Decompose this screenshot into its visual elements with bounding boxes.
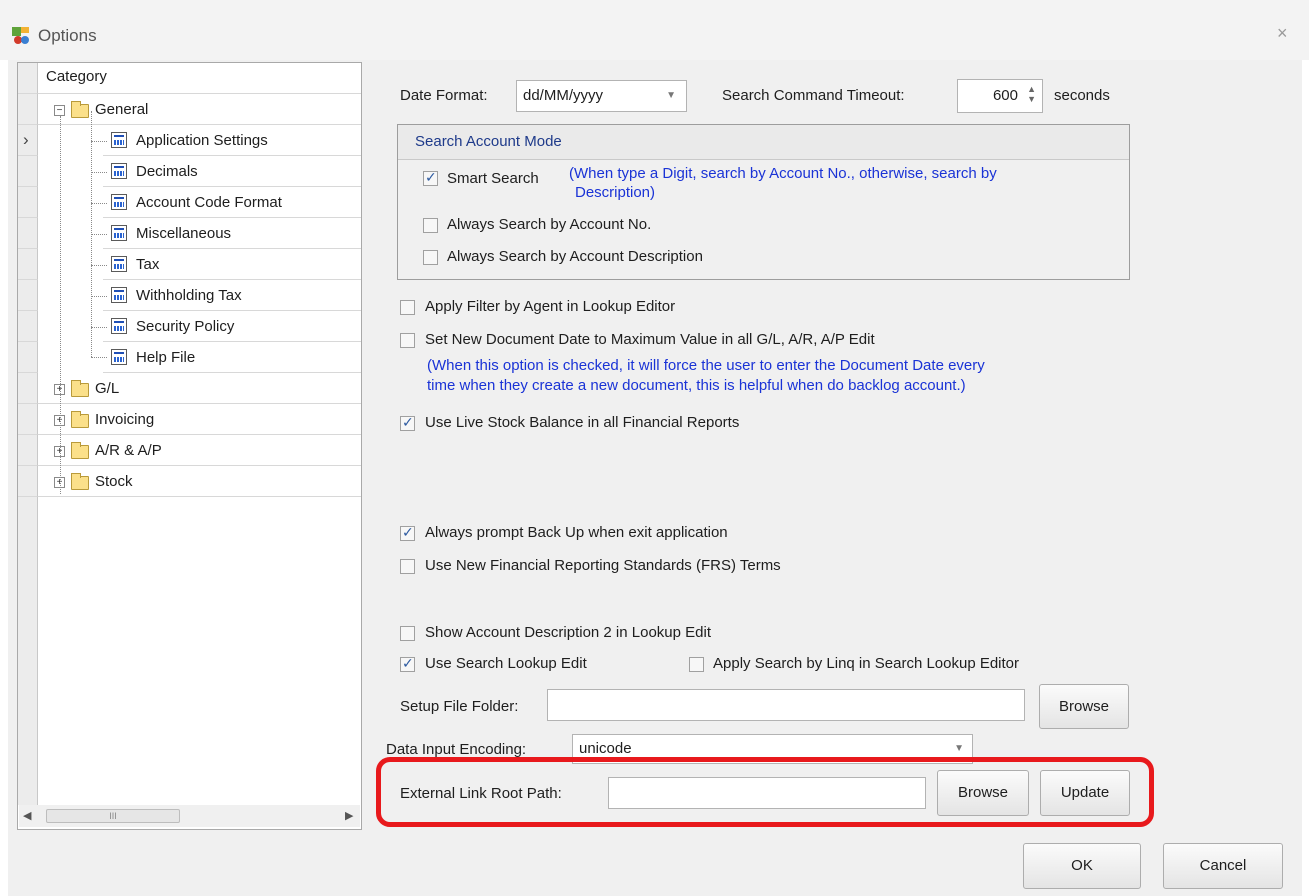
- tree-node-ar-ap[interactable]: + A/R & A/P: [18, 435, 361, 466]
- tree-item-withholding-tax[interactable]: Withholding Tax: [18, 280, 361, 311]
- doc-date-hint-cont: time when they create a new document, th…: [427, 377, 966, 394]
- settings-page-icon: [111, 349, 127, 365]
- set-new-doc-date-label: Set New Document Date to Maximum Value i…: [425, 331, 875, 348]
- collapse-icon[interactable]: −: [54, 105, 65, 116]
- search-by-description-checkbox[interactable]: [423, 250, 438, 265]
- setup-folder-label: Setup File Folder:: [400, 698, 519, 715]
- set-new-doc-date-checkbox[interactable]: [400, 333, 415, 348]
- search-by-account-no-checkbox[interactable]: [423, 218, 438, 233]
- tree-item-help-file[interactable]: Help File: [18, 342, 361, 373]
- folder-icon: [71, 442, 89, 459]
- settings-page-icon: [111, 287, 127, 303]
- row-selector-current: ›: [18, 125, 38, 156]
- live-stock-checkbox[interactable]: [400, 414, 415, 431]
- settings-page-icon: [111, 132, 127, 148]
- spin-updown-icon[interactable]: ▲ ▼: [1027, 84, 1036, 104]
- search-by-description-label: Always Search by Account Description: [447, 248, 703, 265]
- tree-item-tax[interactable]: Tax: [18, 249, 361, 280]
- tree-node-general[interactable]: − General: [18, 94, 361, 125]
- frs-terms-checkbox[interactable]: [400, 559, 415, 574]
- smart-search-label: Smart Search: [447, 170, 539, 187]
- date-format-select[interactable]: dd/MM/yyyy ▼: [516, 80, 687, 112]
- tree-item-decimals[interactable]: Decimals: [18, 156, 361, 187]
- setup-folder-browse-button[interactable]: Browse: [1039, 684, 1129, 729]
- scroll-right-icon[interactable]: ▶: [345, 809, 353, 822]
- search-lookup-checkbox[interactable]: [400, 655, 415, 672]
- search-lookup-label: Use Search Lookup Edit: [425, 655, 587, 672]
- current-row-icon: ›: [23, 130, 29, 149]
- group-title: Search Account Mode: [415, 133, 562, 150]
- tree-node-label: General: [95, 101, 149, 118]
- tree-node-stock[interactable]: + Stock: [18, 466, 361, 497]
- tree-item-miscellaneous[interactable]: Miscellaneous: [18, 218, 361, 249]
- highlight-box: [376, 757, 1154, 827]
- search-account-mode-group: Search Account Mode Smart Search (When t…: [397, 124, 1130, 280]
- linq-search-label: Apply Search by Linq in Search Lookup Ed…: [713, 655, 1020, 672]
- folder-icon: [71, 411, 89, 428]
- frs-terms-label: Use New Financial Reporting Standards (F…: [425, 557, 781, 574]
- tree-node-gl[interactable]: + G/L: [18, 373, 361, 404]
- apply-filter-agent-label: Apply Filter by Agent in Lookup Editor: [425, 298, 676, 315]
- prompt-backup-label: Always prompt Back Up when exit applicat…: [425, 524, 728, 541]
- tree-connector: [60, 116, 61, 494]
- cancel-button[interactable]: Cancel: [1163, 843, 1283, 889]
- app-options-icon: [11, 25, 31, 45]
- apply-filter-agent-checkbox[interactable]: [400, 300, 415, 315]
- smart-search-hint-cont: Description): [575, 184, 656, 201]
- account-desc2-checkbox[interactable]: [400, 626, 415, 641]
- encoding-label: Data Input Encoding:: [386, 741, 527, 758]
- account-desc2-label: Show Account Description 2 in Lookup Edi…: [425, 624, 712, 641]
- scroll-left-icon[interactable]: ◀: [23, 809, 31, 822]
- linq-search-checkbox[interactable]: [689, 657, 704, 672]
- title-bar: Options ×: [0, 0, 1309, 60]
- settings-page-icon: [111, 225, 127, 241]
- folder-icon: [71, 101, 89, 118]
- search-timeout-label: Search Command Timeout:: [722, 87, 905, 104]
- scroll-thumb[interactable]: III: [46, 809, 180, 823]
- timeout-unit: seconds: [1054, 87, 1110, 104]
- ok-button[interactable]: OK: [1023, 843, 1141, 889]
- tree-item-application-settings[interactable]: › Application Settings: [18, 125, 361, 156]
- chevron-down-icon: ▼: [666, 90, 676, 101]
- smart-search-hint: (When type a Digit, search by Account No…: [569, 165, 997, 182]
- search-by-account-no-label: Always Search by Account No.: [447, 216, 652, 233]
- tree-header-label: Category: [46, 68, 107, 85]
- folder-icon: [71, 473, 89, 490]
- settings-page-icon: [111, 256, 127, 272]
- tree-horizontal-scrollbar[interactable]: ◀ III ▶: [19, 805, 360, 827]
- folder-icon: [71, 380, 89, 397]
- doc-date-hint: (When this option is checked, it will fo…: [427, 357, 985, 374]
- search-timeout-spinner[interactable]: 600 ▲ ▼: [957, 79, 1043, 113]
- setup-folder-input[interactable]: [547, 689, 1025, 721]
- close-icon[interactable]: ×: [1277, 23, 1288, 44]
- settings-page-icon: [111, 318, 127, 334]
- tree-node-invoicing[interactable]: + Invoicing: [18, 404, 361, 435]
- window-title: Options: [38, 26, 97, 45]
- tree-item-security-policy[interactable]: Security Policy: [18, 311, 361, 342]
- options-window: Options × Category − General › Applicati…: [0, 0, 1309, 896]
- prompt-backup-checkbox[interactable]: [400, 524, 415, 541]
- settings-page-icon: [111, 194, 127, 210]
- tree-item-account-code-format[interactable]: Account Code Format: [18, 187, 361, 218]
- settings-page-icon: [111, 163, 127, 179]
- date-format-label: Date Format:: [400, 87, 488, 104]
- row-selector-header: [18, 63, 38, 94]
- live-stock-label: Use Live Stock Balance in all Financial …: [425, 414, 740, 431]
- smart-search-checkbox[interactable]: [423, 169, 438, 186]
- category-tree[interactable]: Category − General › Application Setting…: [17, 62, 362, 830]
- tree-header: Category: [18, 63, 361, 94]
